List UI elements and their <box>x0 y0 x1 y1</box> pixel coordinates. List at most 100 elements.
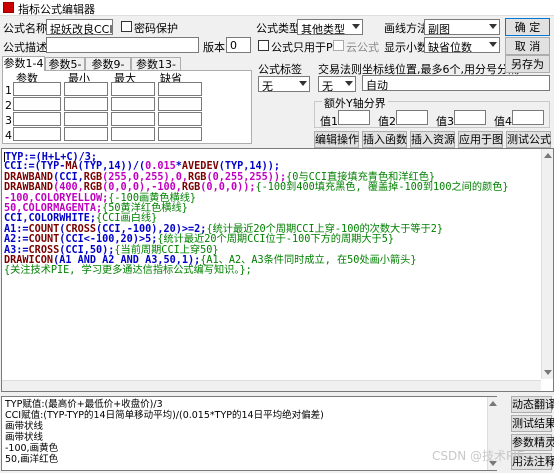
param-4-name[interactable] <box>13 127 61 141</box>
translation-line: 画带状线 <box>5 432 44 443</box>
translation-line: -100,画黄色 <box>5 443 59 454</box>
code-token: (CCI,50); <box>59 244 115 256</box>
code-token: A2:= <box>4 234 29 246</box>
param-4-default[interactable] <box>158 127 202 141</box>
formula-tag-label: 公式标签 <box>258 63 302 76</box>
param-1-name[interactable] <box>13 82 61 96</box>
code-editor[interactable]: TYP:=(H+L+C)/3; CCI:=(TYP-MA(TYP,14))/(0.… <box>1 148 554 392</box>
formula-desc-label: 公式描述 <box>3 41 47 54</box>
param-1-max[interactable] <box>111 82 155 96</box>
tab-params-1-4[interactable]: 参数1-4 <box>2 56 45 71</box>
chevron-down-icon <box>345 81 353 86</box>
formula-type-select[interactable]: 其他类型 <box>297 19 363 35</box>
code-comment: {-100到400填充黑色, 覆盖掉-100到100之间的颜色} <box>255 182 509 194</box>
code-token: (0,0,0)); <box>200 182 256 194</box>
cloud-formula-label: 云公式 <box>346 41 379 54</box>
translation-line: 画带状线 <box>5 421 44 432</box>
cancel-button[interactable]: 取 消 <box>505 37 550 55</box>
title-bar: 指标公式编辑器 <box>0 0 554 16</box>
param-2-min[interactable] <box>64 97 108 111</box>
window-title: 指标公式编辑器 <box>18 3 95 16</box>
pc-only-checkbox[interactable] <box>258 40 269 51</box>
draw-method-select[interactable]: 副图 <box>424 19 500 35</box>
insert-resource-button[interactable]: 插入资源 <box>410 131 455 148</box>
y-value-3-input[interactable] <box>454 110 486 125</box>
insert-function-button[interactable]: 插入函数 <box>362 131 407 148</box>
formula-name-input[interactable]: 捉妖改良CCI指 <box>46 19 113 35</box>
y-value-4-input[interactable] <box>512 110 544 125</box>
param-2-name[interactable] <box>13 97 61 111</box>
scroll-up-icon[interactable] <box>544 153 552 158</box>
editor-horizontal-scrollbar[interactable] <box>2 380 541 391</box>
param-3-max[interactable] <box>111 112 155 126</box>
code-token: (TYP,14))/( <box>77 161 146 173</box>
code-lines: TYP:=(H+L+C)/3; CCI:=(TYP-MA(TYP,14))/(0.… <box>4 152 551 277</box>
save-as-button[interactable]: 另存为 <box>505 55 550 73</box>
chevron-down-icon <box>352 24 360 29</box>
password-protect-checkbox[interactable] <box>121 21 132 32</box>
y-value-1-label: 值1 <box>320 115 338 128</box>
trade-rule-select[interactable]: 无 <box>318 76 356 92</box>
code-comment: {CCI画白线} <box>96 213 158 225</box>
scroll-up-icon[interactable] <box>489 401 497 406</box>
code-comment: {当前周期CCI上穿50} <box>114 244 219 256</box>
param-row-number: 4 <box>5 129 12 142</box>
param-3-default[interactable] <box>158 112 202 126</box>
translation-panel: TYP赋值:(最高价+最低价+收盘价)/3 CCI赋值:(TYP-TYP的14日… <box>1 396 497 471</box>
y-value-1-input[interactable] <box>338 110 370 125</box>
apply-to-chart-button[interactable]: 应用于图 <box>458 131 503 148</box>
app-icon <box>3 2 14 13</box>
cloud-formula-checkbox[interactable] <box>333 40 344 51</box>
test-formula-button[interactable]: 测试公式 <box>506 131 551 148</box>
version-input[interactable]: 0 <box>226 37 251 53</box>
chevron-down-icon <box>489 24 497 29</box>
watermark: CSDN @技术PIE <box>432 449 525 463</box>
formula-tag-select[interactable]: 无 <box>258 76 310 92</box>
y-value-2-input[interactable] <box>396 110 428 125</box>
dynamic-translate-button[interactable]: 动态翻译 <box>511 396 554 413</box>
param-3-name[interactable] <box>13 112 61 126</box>
code-token: CROSS <box>28 244 60 256</box>
y-value-4-label: 值4 <box>494 115 512 128</box>
param-4-min[interactable] <box>64 127 108 141</box>
param-2-default[interactable] <box>158 97 202 111</box>
formula-name-label: 公式名称 <box>3 22 47 35</box>
decimals-select[interactable]: 缺省位数 <box>424 37 500 53</box>
param-3-min[interactable] <box>64 112 108 126</box>
code-token: CCI <box>4 161 23 173</box>
scroll-down-icon[interactable] <box>544 370 552 375</box>
trade-rule-value: 无 <box>322 80 333 92</box>
version-label: 版本 <box>203 41 225 54</box>
y-value-3-label: 值3 <box>436 115 454 128</box>
tab-params-9-12[interactable]: 参数9-12 <box>85 57 131 85</box>
ok-button[interactable]: 确 定 <box>505 18 550 36</box>
tab-params-13-16[interactable]: 参数13-16 <box>131 57 181 85</box>
code-token: (400, <box>53 182 84 194</box>
password-protect-label: 密码保护 <box>134 22 178 35</box>
param-1-default[interactable] <box>158 82 202 96</box>
code-comment: {关注技术PIE, 学习更多通达信指标公式编写知识。}; <box>4 265 252 277</box>
param-1-min[interactable] <box>64 82 108 96</box>
code-token: AVEDEV <box>181 161 219 173</box>
tab-params-5-8[interactable]: 参数5-8 <box>45 57 85 85</box>
draw-method-value: 副图 <box>428 23 450 35</box>
param-2-max[interactable] <box>111 97 155 111</box>
translation-line: TYP赋值:(最高价+最低价+收盘价)/3 <box>5 399 163 410</box>
code-token: CCI,COLORWHITE; <box>4 213 97 225</box>
code-token: 0.015 <box>145 161 176 173</box>
coord-lines-input[interactable]: 自动 <box>362 75 550 91</box>
chevron-down-icon <box>299 81 307 86</box>
test-result-button[interactable]: 测试结果 <box>511 415 554 432</box>
code-comment: {-100画黄色横线} <box>108 192 197 204</box>
editor-vertical-scrollbar[interactable] <box>541 149 553 379</box>
param-4-max[interactable] <box>111 127 155 141</box>
formula-desc-input[interactable] <box>46 37 199 53</box>
decimals-value: 缺省位数 <box>428 41 472 53</box>
param-row-number: 1 <box>5 84 12 97</box>
code-line: {关注技术PIE, 学习更多通达信指标公式编写知识。}; <box>4 266 551 276</box>
edit-ops-button[interactable]: 编辑操作 <box>314 131 359 148</box>
trade-rule-label: 交易法则 <box>318 63 362 76</box>
translation-line: CCI赋值:(TYP-TYP的14日简单移动平均)/(0.015*TYP的14日… <box>5 410 324 421</box>
param-row-number: 2 <box>5 99 12 112</box>
code-token: (TYP,14)); <box>218 161 281 173</box>
